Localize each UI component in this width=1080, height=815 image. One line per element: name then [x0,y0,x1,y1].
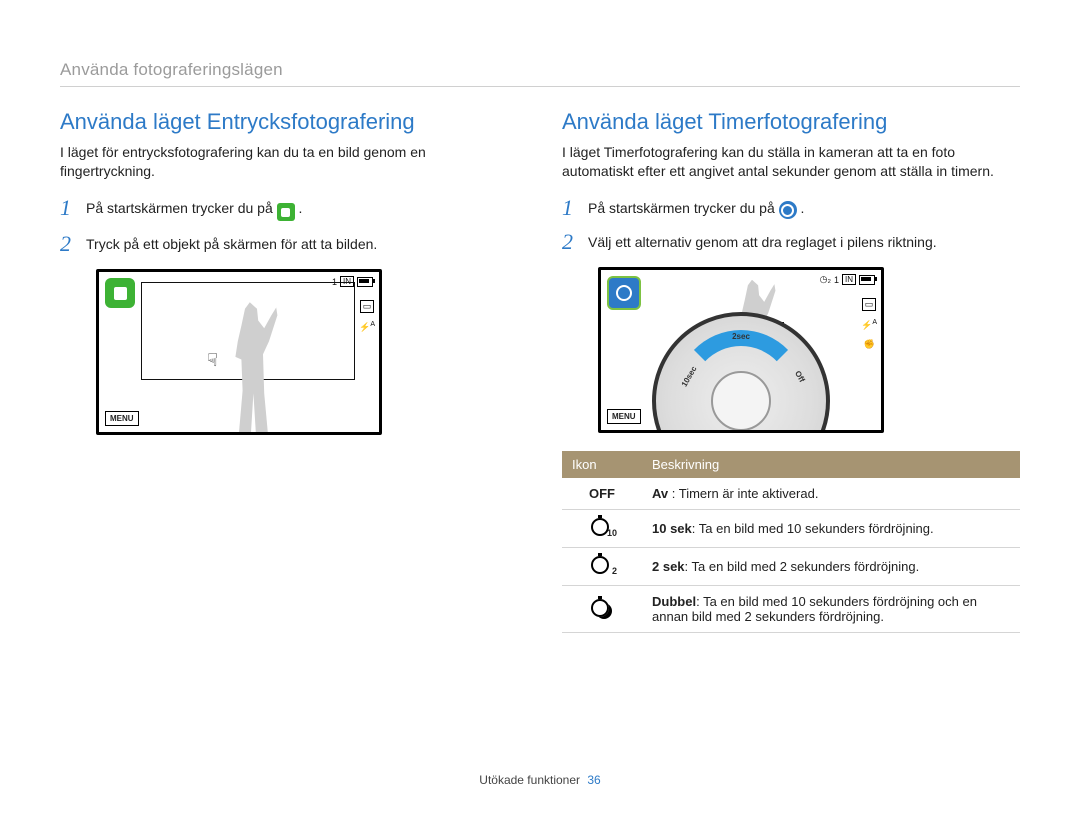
status-bar: ◷₂ 1 IN [820,274,875,285]
step-text: På startskärmen trycker du på . [86,197,302,222]
side-indicators: ▭ ⚡A ✊ [861,298,877,350]
step-item: 1 På startskärmen trycker du på . [60,197,518,222]
steps-list-timer: 1 På startskärmen trycker du på . 2 Välj… [562,197,1020,254]
step-item: 2 Tryck på ett objekt på skärmen för att… [60,233,518,255]
table-row: 2 2 sek: Ta en bild med 2 sekunders förd… [562,548,1020,586]
shot-count: 1 [332,277,337,287]
step-text-before: På startskärmen trycker du på [588,200,779,216]
step-text-after: . [299,200,303,216]
side-indicators: ▭ ⚡A [359,300,375,333]
row-term: Av [652,486,668,501]
row-sep: : [685,559,692,574]
camera-preview-timer: ◷₂ 1 IN ▭ ⚡A ✊ MENU 2sec [598,267,884,433]
right-column: Använda läget Timerfotografering I läget… [562,109,1020,633]
section-lead-tap: I läget för entrycksfotografering kan du… [60,143,518,181]
row-icon-double [562,586,642,633]
step-item: 2 Välj ett alternativ genom att dra regl… [562,231,1020,253]
step-text-after: . [801,200,805,216]
step-number: 1 [60,197,76,219]
mode-chip-tap-icon [105,278,135,308]
page-number: 36 [587,773,600,787]
table-header-icon: Ikon [562,451,642,478]
row-sep: : [668,486,679,501]
resolution-icon: ▭ [360,300,375,313]
row-sep: : [692,521,699,536]
row-desc: Av : Timern är inte aktiverad. [642,478,1020,510]
row-desc: Dubbel: Ta en bild med 10 sekunders förd… [642,586,1020,633]
icon-sub: 2 [612,566,617,576]
timer-double-icon [591,599,613,617]
manual-page: Använda fotograferingslägen Använda läge… [0,0,1080,815]
timer-mode-icon [779,201,797,219]
row-icon-off: OFF [562,478,642,510]
table-row: OFF Av : Timern är inte aktiverad. [562,478,1020,510]
mode-chip-timer-icon [607,276,641,310]
camera-preview-tap: ☟ 1 IN ▭ ⚡A MENU [96,269,382,435]
two-column-layout: Använda läget Entrycksfotografering I lä… [60,109,1020,633]
dial-hub [711,371,771,431]
table-row: Dubbel: Ta en bild med 10 sekunders förd… [562,586,1020,633]
storage-indicator: IN [340,276,354,287]
row-icon-10s: 10 [562,510,642,548]
row-desc: 10 sek: Ta en bild med 10 sekunders förd… [642,510,1020,548]
timer-dial: 2sec 10sec Off [652,312,830,433]
step-text: Välj ett alternativ genom att dra reglag… [588,231,937,252]
tap-mode-icon [277,203,295,221]
row-desc: 2 sek: Ta en bild med 2 sekunders fördrö… [642,548,1020,586]
tap-cursor-icon: ☟ [207,350,218,371]
shot-count: 1 [834,275,839,285]
row-term: 2 sek [652,559,685,574]
battery-icon [357,277,373,287]
menu-button: MENU [607,409,641,424]
flash-icon: ⚡A [861,319,877,331]
storage-indicator: IN [842,274,856,285]
status-bar: 1 IN [332,276,373,287]
left-column: Använda läget Entrycksfotografering I lä… [60,109,518,633]
timer-10s-icon: 10 [591,518,613,536]
resolution-icon: ▭ [862,298,877,311]
section-lead-timer: I läget Timerfotografering kan du ställa… [562,143,1020,181]
row-icon-2s: 2 [562,548,642,586]
table-row: 10 10 sek: Ta en bild med 10 sekunders f… [562,510,1020,548]
row-desc-text: Timern är inte aktiverad. [679,486,819,501]
icon-sub: 10 [607,528,617,538]
row-desc-text: Ta en bild med 10 sekunders fördröjning. [699,521,934,536]
step-text-before: På startskärmen trycker du på [86,200,277,216]
step-text: Tryck på ett objekt på skärmen för att t… [86,233,377,254]
timer-indicator-icon: ◷₂ [820,274,831,285]
menu-button: MENU [105,411,139,426]
section-heading-timer: Använda läget Timerfotografering [562,109,1020,135]
section-heading-tap: Använda läget Entrycksfotografering [60,109,518,135]
row-term: 10 sek [652,521,692,536]
steps-list-tap: 1 På startskärmen trycker du på . 2 Tryc… [60,197,518,256]
step-number: 1 [562,197,578,219]
stabilizer-icon: ✊ [863,339,874,350]
step-text: På startskärmen trycker du på . [588,197,804,220]
step-item: 1 På startskärmen trycker du på . [562,197,1020,220]
dial-label: 2sec [732,332,750,341]
breadcrumb: Använda fotograferingslägen [60,60,1020,87]
step-number: 2 [60,233,76,255]
row-sep: : [696,594,703,609]
table-header-desc: Beskrivning [642,451,1020,478]
step-number: 2 [562,231,578,253]
row-desc-text: Ta en bild med 2 sekunders fördröjning. [692,559,920,574]
row-term: Dubbel [652,594,696,609]
flash-icon: ⚡A [359,321,375,333]
timer-options-table: Ikon Beskrivning OFF Av : Timern är inte… [562,451,1020,633]
footer-label: Utökade funktioner [479,773,580,787]
page-footer: Utökade funktioner 36 [0,773,1080,787]
battery-icon [859,275,875,285]
timer-2s-icon: 2 [591,556,613,574]
